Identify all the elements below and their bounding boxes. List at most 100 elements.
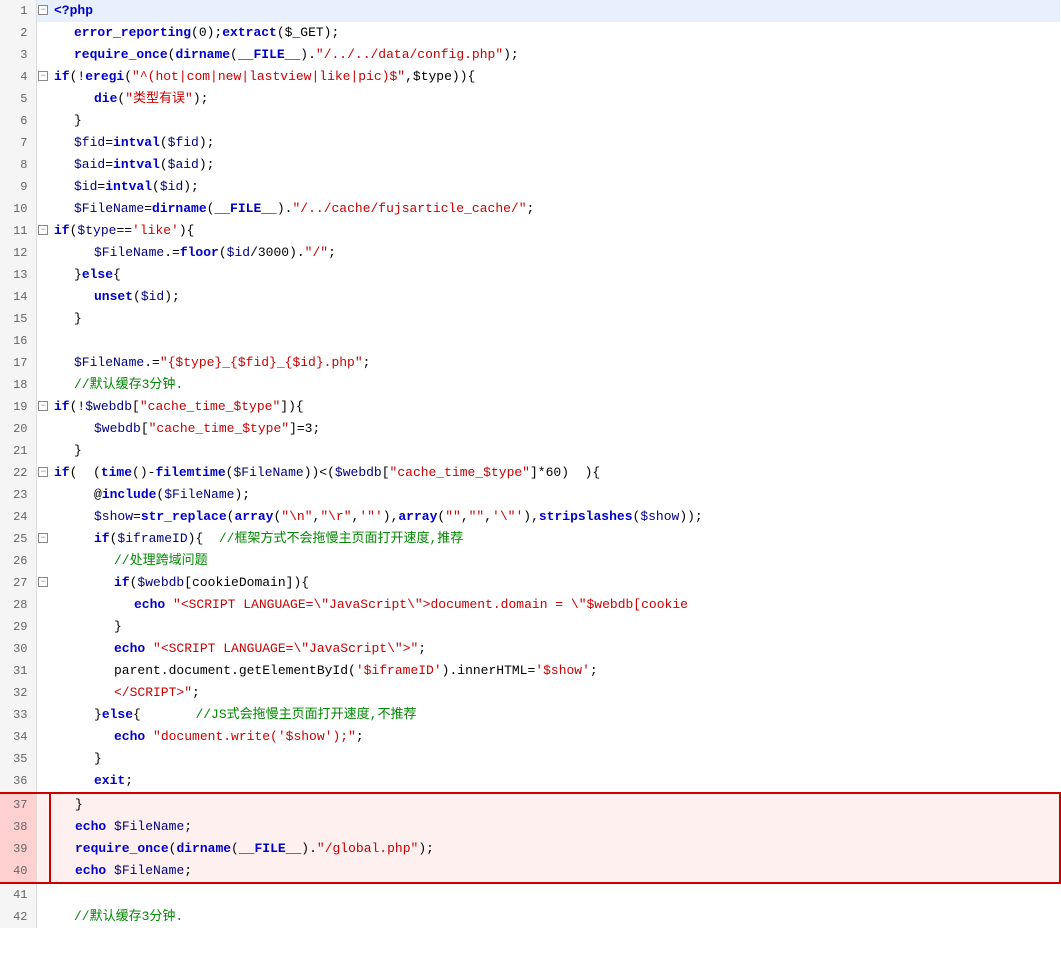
- fold-gutter[interactable]: [36, 594, 50, 616]
- fold-gutter[interactable]: [36, 374, 50, 396]
- fold-gutter[interactable]: [36, 88, 50, 110]
- fold-gutter[interactable]: [36, 440, 50, 462]
- fold-gutter[interactable]: [36, 286, 50, 308]
- fold-gutter[interactable]: [36, 883, 50, 906]
- fold-gutter[interactable]: −: [36, 396, 50, 418]
- code-content: }: [94, 751, 102, 766]
- fold-minus-icon[interactable]: −: [38, 225, 48, 235]
- line-number: 22: [0, 462, 36, 484]
- table-row: 1−<?php: [0, 0, 1060, 22]
- code-line: $fid=intval($fid);: [50, 132, 1060, 154]
- fold-gutter[interactable]: [36, 860, 50, 883]
- code-line: $FileName.=floor($id/3000)."/";: [50, 242, 1060, 264]
- line-number: 36: [0, 770, 36, 793]
- table-row: 26 //处理跨域问题: [0, 550, 1060, 572]
- table-row: 14 unset($id);: [0, 286, 1060, 308]
- fold-gutter[interactable]: [36, 770, 50, 793]
- fold-gutter[interactable]: [36, 308, 50, 330]
- code-line: exit;: [50, 770, 1060, 793]
- line-number: 24: [0, 506, 36, 528]
- fold-gutter[interactable]: −: [36, 528, 50, 550]
- table-row: 41: [0, 883, 1060, 906]
- code-content: echo "document.write('$show');";: [114, 729, 364, 744]
- fold-gutter[interactable]: [36, 660, 50, 682]
- code-content: }: [75, 797, 83, 812]
- fold-gutter[interactable]: −: [36, 0, 50, 22]
- fold-gutter[interactable]: −: [36, 66, 50, 88]
- fold-gutter[interactable]: [36, 838, 50, 860]
- fold-gutter[interactable]: −: [36, 462, 50, 484]
- fold-minus-icon[interactable]: −: [38, 401, 48, 411]
- fold-gutter[interactable]: [36, 638, 50, 660]
- table-row: 11−if($type=='like'){: [0, 220, 1060, 242]
- table-row: 42 //默认缓存3分钟.: [0, 906, 1060, 928]
- fold-gutter[interactable]: [36, 154, 50, 176]
- code-line: require_once(dirname(__FILE__)."/global.…: [50, 838, 1060, 860]
- fold-gutter[interactable]: [36, 682, 50, 704]
- fold-gutter[interactable]: −: [36, 572, 50, 594]
- fold-gutter[interactable]: [36, 330, 50, 352]
- fold-gutter[interactable]: [36, 704, 50, 726]
- table-row: 29 }: [0, 616, 1060, 638]
- code-line: <?php: [50, 0, 1060, 22]
- fold-gutter[interactable]: [36, 748, 50, 770]
- code-line: echo $FileName;: [50, 860, 1060, 883]
- code-content: }: [74, 311, 82, 326]
- fold-minus-icon[interactable]: −: [38, 577, 48, 587]
- fold-gutter[interactable]: [36, 484, 50, 506]
- fold-gutter[interactable]: [36, 264, 50, 286]
- line-number: 37: [0, 793, 36, 816]
- fold-gutter[interactable]: [36, 352, 50, 374]
- fold-minus-icon[interactable]: −: [38, 533, 48, 543]
- code-line: }: [50, 440, 1060, 462]
- fold-minus-icon[interactable]: −: [38, 467, 48, 477]
- fold-gutter[interactable]: [36, 616, 50, 638]
- fold-gutter[interactable]: [36, 132, 50, 154]
- fold-gutter[interactable]: [36, 22, 50, 44]
- fold-gutter[interactable]: [36, 44, 50, 66]
- fold-gutter[interactable]: [36, 793, 50, 816]
- fold-gutter[interactable]: [36, 242, 50, 264]
- code-content: if( (time()-filemtime($FileName))<($webd…: [54, 465, 600, 480]
- fold-minus-icon[interactable]: −: [38, 5, 48, 15]
- code-content: require_once(dirname(__FILE__)."/global.…: [75, 841, 434, 856]
- table-row: 27−if($webdb[cookieDomain]){: [0, 572, 1060, 594]
- code-line: $id=intval($id);: [50, 176, 1060, 198]
- line-number: 31: [0, 660, 36, 682]
- fold-gutter[interactable]: [36, 110, 50, 132]
- code-line: $show=str_replace(array("\n","\r",'"'),a…: [50, 506, 1060, 528]
- code-content: $FileName=dirname(__FILE__)."/../cache/f…: [74, 201, 534, 216]
- table-row: 34 echo "document.write('$show');";: [0, 726, 1060, 748]
- fold-gutter[interactable]: [36, 816, 50, 838]
- fold-gutter[interactable]: [36, 906, 50, 928]
- code-line: $FileName=dirname(__FILE__)."/../cache/f…: [50, 198, 1060, 220]
- code-content: echo "<SCRIPT LANGUAGE=\"JavaScript\">do…: [134, 597, 688, 612]
- table-row: 3 require_once(dirname(__FILE__)."/../..…: [0, 44, 1060, 66]
- table-row: 8 $aid=intval($aid);: [0, 154, 1060, 176]
- fold-gutter[interactable]: [36, 726, 50, 748]
- table-row: 25−if($iframeID){ //框架方式不会拖慢主页面打开速度,推荐: [0, 528, 1060, 550]
- code-content: require_once(dirname(__FILE__)."/../../d…: [74, 47, 519, 62]
- line-number: 15: [0, 308, 36, 330]
- fold-gutter[interactable]: [36, 418, 50, 440]
- code-content: echo $FileName;: [75, 819, 192, 834]
- fold-minus-icon[interactable]: −: [38, 71, 48, 81]
- code-line: }else{: [50, 264, 1060, 286]
- line-number: 17: [0, 352, 36, 374]
- table-row: 21 }: [0, 440, 1060, 462]
- code-line: }: [50, 110, 1060, 132]
- table-row: 23 @include($FileName);: [0, 484, 1060, 506]
- code-content: $id=intval($id);: [74, 179, 199, 194]
- code-line: }else{ //JS式会拖慢主页面打开速度,不推荐: [50, 704, 1060, 726]
- code-line: error_reporting(0);extract($_GET);: [50, 22, 1060, 44]
- code-content: //默认缓存3分钟.: [74, 909, 183, 924]
- fold-gutter[interactable]: [36, 550, 50, 572]
- line-number: 1: [0, 0, 36, 22]
- fold-gutter[interactable]: [36, 198, 50, 220]
- fold-gutter[interactable]: [36, 176, 50, 198]
- fold-gutter[interactable]: −: [36, 220, 50, 242]
- code-content: echo $FileName;: [75, 863, 192, 878]
- table-row: 9 $id=intval($id);: [0, 176, 1060, 198]
- code-line: //处理跨域问题: [50, 550, 1060, 572]
- fold-gutter[interactable]: [36, 506, 50, 528]
